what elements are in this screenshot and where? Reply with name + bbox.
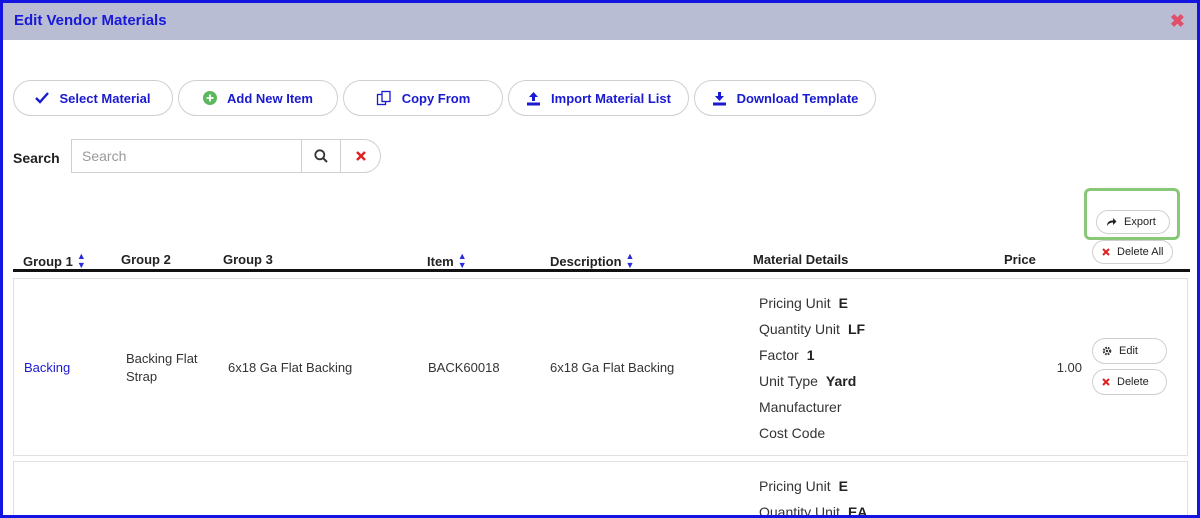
- detail-pricing-unit: Pricing Unit E: [759, 295, 848, 311]
- column-header-label: Material Details: [753, 252, 849, 267]
- description-cell: 6x18 Ga Flat Backing: [550, 360, 675, 375]
- search-input[interactable]: [71, 139, 302, 173]
- select-material-label: Select Material: [59, 90, 151, 106]
- group1-link[interactable]: Backing: [24, 360, 70, 375]
- column-header-label: Description: [550, 253, 622, 269]
- copy-from-button[interactable]: Copy From: [343, 80, 503, 116]
- column-header-label: Group 2: [121, 252, 171, 267]
- add-new-item-button[interactable]: Add New Item: [178, 80, 338, 116]
- export-button[interactable]: Export: [1096, 210, 1170, 234]
- close-icon[interactable]: ✖: [1170, 11, 1185, 32]
- delete-label: Delete: [1117, 376, 1149, 388]
- table-row: Pricing Unit E Quantity Unit EA: [13, 461, 1188, 518]
- detail-cost-code: Cost Code: [759, 425, 826, 441]
- header-divider: [13, 269, 1190, 272]
- detail-factor: Factor 1: [759, 347, 815, 363]
- edit-label: Edit: [1119, 345, 1138, 357]
- column-header-price: Price: [1004, 252, 1036, 267]
- search-label: Search: [13, 150, 60, 166]
- detail-unit-type: Unit Type Yard: [759, 373, 857, 389]
- search-button[interactable]: [301, 139, 341, 173]
- add-new-item-label: Add New Item: [227, 90, 313, 106]
- import-material-list-button[interactable]: Import Material List: [508, 80, 689, 116]
- delete-all-label: Delete All: [1117, 246, 1164, 258]
- column-header-description[interactable]: Description ▲ ▼: [550, 252, 634, 270]
- column-header-label: Price: [1004, 252, 1036, 267]
- edit-vendor-materials-dialog: Edit Vendor Materials ✖ Select Material …: [0, 0, 1200, 518]
- detail-manufacturer: Manufacturer: [759, 399, 842, 415]
- column-header-label: Item: [427, 253, 454, 269]
- plus-circle-icon: [203, 91, 218, 105]
- detail-pricing-unit: Pricing Unit E: [759, 478, 848, 494]
- check-icon: [35, 92, 50, 104]
- import-material-list-label: Import Material List: [551, 90, 671, 106]
- gear-icon: [1102, 346, 1112, 356]
- select-material-button[interactable]: Select Material: [13, 80, 173, 116]
- copy-from-label: Copy From: [401, 90, 471, 106]
- table-row: Backing Backing Flat Strap 6x18 Ga Flat …: [13, 278, 1188, 456]
- download-icon: [712, 91, 726, 105]
- column-header-group2: Group 2: [121, 252, 171, 267]
- sort-icon: ▲ ▼: [457, 251, 467, 270]
- share-arrow-icon: [1107, 218, 1117, 226]
- group2-cell: Backing Flat Strap: [126, 351, 198, 384]
- column-header-item[interactable]: Item ▲ ▼: [427, 252, 467, 270]
- export-label: Export: [1124, 216, 1156, 228]
- download-template-label: Download Template: [736, 90, 859, 106]
- delete-all-button[interactable]: Delete All: [1092, 240, 1173, 264]
- column-header-label: Group 1: [23, 253, 73, 269]
- detail-quantity-unit: Quantity Unit LF: [759, 321, 866, 337]
- column-header-group3: Group 3: [223, 252, 273, 267]
- dialog-titlebar: Edit Vendor Materials ✖: [3, 3, 1197, 40]
- column-header-label: Group 3: [223, 252, 273, 267]
- sort-icon: ▲ ▼: [76, 251, 86, 270]
- close-icon: [1102, 248, 1110, 256]
- detail-quantity-unit: Quantity Unit EA: [759, 504, 868, 518]
- item-cell: BACK60018: [428, 360, 500, 375]
- delete-button[interactable]: Delete: [1092, 369, 1167, 395]
- search-icon: [314, 149, 328, 163]
- close-icon: [1102, 378, 1110, 386]
- upload-icon: [527, 91, 541, 105]
- close-icon: [355, 151, 366, 161]
- clear-search-button[interactable]: [341, 139, 381, 173]
- download-template-button[interactable]: Download Template: [694, 80, 876, 116]
- dialog-title: Edit Vendor Materials: [14, 12, 167, 29]
- group3-cell: 6x18 Ga Flat Backing: [228, 360, 353, 375]
- sort-icon: ▲ ▼: [625, 251, 635, 270]
- column-header-group1[interactable]: Group 1 ▲ ▼: [23, 252, 86, 270]
- copy-icon: [376, 90, 391, 106]
- edit-button[interactable]: Edit: [1092, 338, 1167, 364]
- price-cell: 1.00: [1056, 360, 1082, 375]
- column-header-material-details: Material Details: [753, 252, 848, 267]
